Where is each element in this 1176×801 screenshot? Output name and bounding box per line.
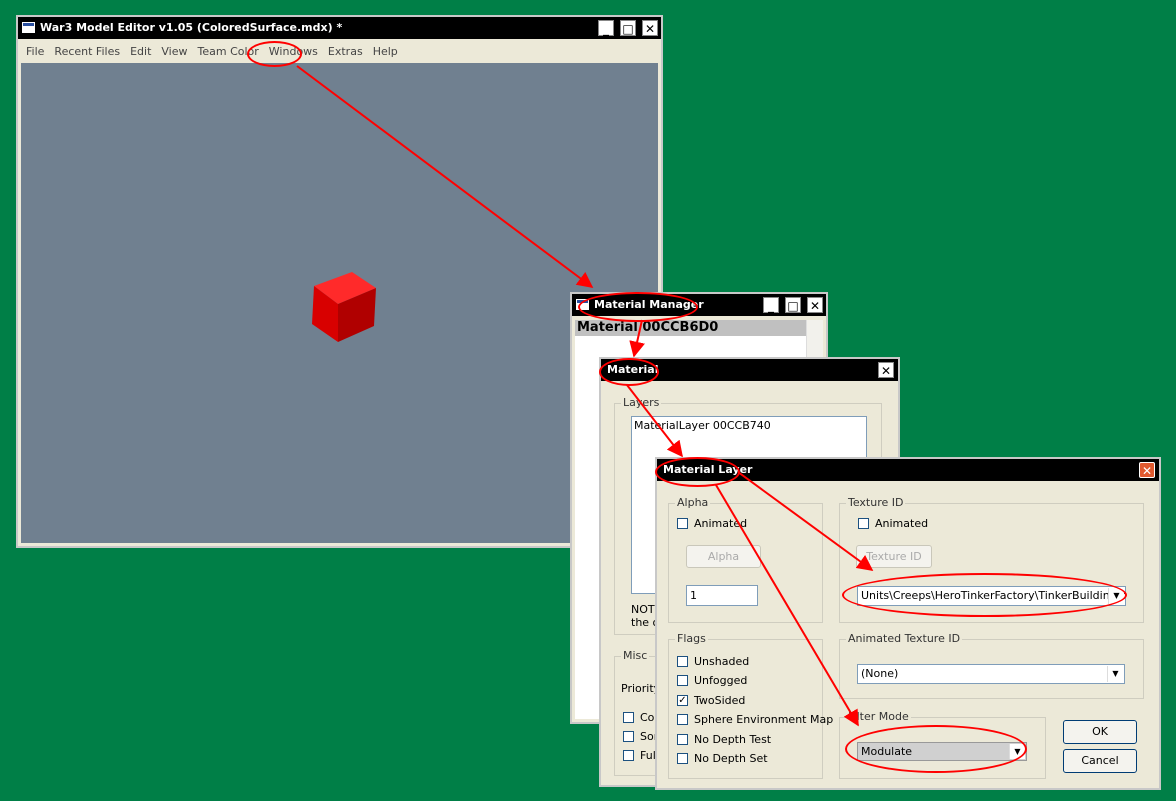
arrow-material-to-material-layer bbox=[626, 384, 683, 458]
arrow-material-manager-to-material bbox=[629, 319, 645, 358]
annotation-arrows bbox=[296, 65, 874, 727]
arrow-material-layer-to-filter bbox=[715, 484, 859, 727]
arrow-windows-to-material-manager bbox=[296, 65, 594, 288]
